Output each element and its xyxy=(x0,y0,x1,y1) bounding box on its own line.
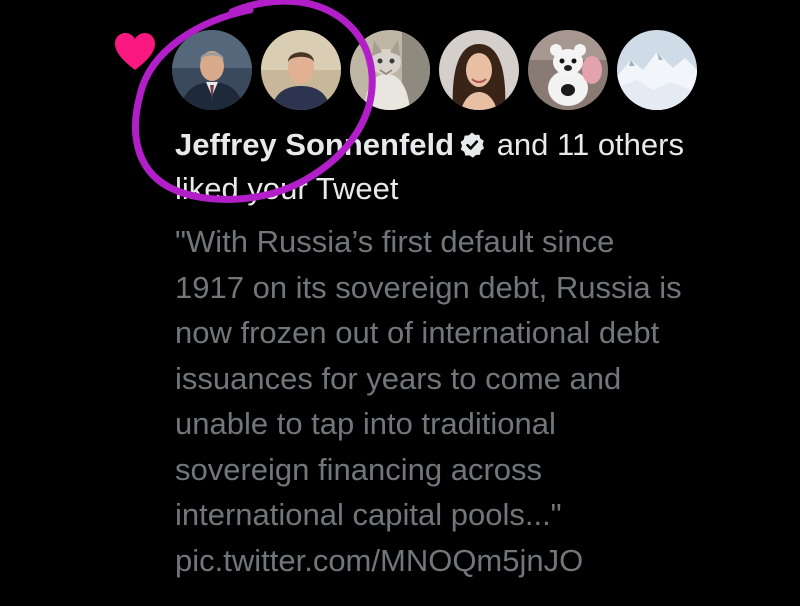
avatar-plush-toy[interactable] xyxy=(528,30,608,110)
like-notification[interactable]: Jeffrey Sonnenfeld and 11 others liked y… xyxy=(0,0,800,606)
avatar-man-suit[interactable] xyxy=(172,30,252,110)
others-count-link[interactable]: and 11 others xyxy=(497,127,684,162)
liker-name-link[interactable]: Jeffrey Sonnenfeld xyxy=(175,127,454,162)
verified-badge-icon xyxy=(460,132,485,158)
tweet-media-link[interactable]: pic.twitter.com/MNOQm5jnJO xyxy=(175,543,583,578)
avatar-woman[interactable] xyxy=(439,30,519,110)
avatar-cat[interactable] xyxy=(350,30,430,110)
avatar-snowy-landscape[interactable] xyxy=(617,30,697,110)
tweet-body: "With Russia’s first default since 1917 … xyxy=(175,224,682,532)
heart-icon xyxy=(115,33,155,70)
tweet-preview[interactable]: "With Russia’s first default since 1917 … xyxy=(175,219,775,583)
action-text: liked your Tweet xyxy=(175,171,399,206)
notification-headline: Jeffrey Sonnenfeld and 11 others liked y… xyxy=(175,123,775,211)
avatar-young-man[interactable] xyxy=(261,30,341,110)
